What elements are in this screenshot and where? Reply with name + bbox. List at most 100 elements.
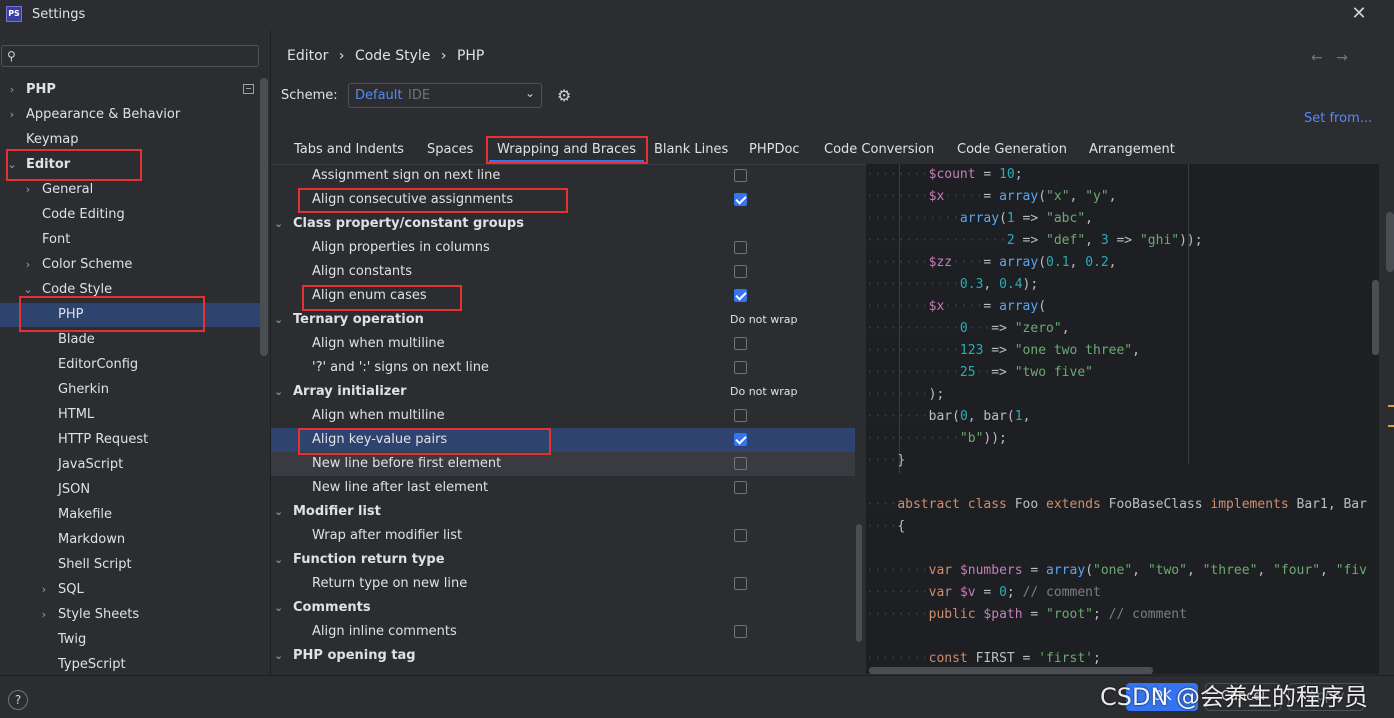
scheme-dropdown[interactable]: Default IDE ⌄	[348, 83, 542, 108]
sidebar-item-editor[interactable]: ⌄ Editor	[0, 152, 258, 177]
close-icon[interactable]: ✕	[1349, 4, 1369, 24]
option-checkbox[interactable]	[734, 337, 747, 350]
option-checkbox[interactable]	[734, 409, 747, 422]
warning-marker[interactable]	[1388, 425, 1394, 427]
option-checkbox[interactable]	[734, 289, 747, 302]
tab-code-conversion[interactable]: Code Conversion	[824, 142, 934, 157]
tab-phpdoc[interactable]: PHPDoc	[749, 142, 800, 157]
sidebar-item-gherkin[interactable]: Gherkin	[0, 377, 258, 402]
sidebar-item-makefile[interactable]: Makefile	[0, 502, 258, 527]
tab-code-generation[interactable]: Code Generation	[957, 142, 1067, 157]
option-group-comments[interactable]: ⌄ Comments	[271, 596, 855, 620]
option-checkbox[interactable]	[734, 529, 747, 542]
sidebar-item-html[interactable]: HTML	[0, 402, 258, 427]
sidebar-item-markdown[interactable]: Markdown	[0, 527, 258, 552]
chevron-down-icon[interactable]: ⌄	[274, 500, 283, 524]
chevron-down-icon[interactable]: ⌄	[274, 380, 283, 404]
option-new-line-after-last-element[interactable]: New line after last element	[271, 476, 855, 500]
tab-arrangement[interactable]: Arrangement	[1089, 142, 1175, 157]
sidebar-item-http-request[interactable]: HTTP Request	[0, 427, 258, 452]
gear-icon[interactable]: ⚙	[557, 86, 571, 105]
sidebar-item-json[interactable]: JSON	[0, 477, 258, 502]
option-checkbox[interactable]	[734, 577, 747, 590]
chevron-down-icon[interactable]: ⌄	[274, 212, 283, 236]
option-assignment-sign-on-next-line[interactable]: Assignment sign on next line	[271, 164, 855, 188]
forward-arrow-icon[interactable]: →	[1336, 50, 1348, 66]
preview-vertical-scrollbar[interactable]	[1372, 280, 1379, 355]
option-checkbox[interactable]	[734, 361, 747, 374]
chevron-down-icon[interactable]: ⌄	[274, 644, 283, 668]
option-align-when-multiline[interactable]: Align when multiline	[271, 332, 855, 356]
sidebar-item-color-scheme[interactable]: › Color Scheme	[0, 252, 258, 277]
chevron-down-icon[interactable]: ⌄	[6, 152, 18, 177]
option-checkbox[interactable]	[734, 169, 747, 182]
breadcrumb-code-style[interactable]: Code Style	[355, 48, 430, 64]
chevron-right-icon[interactable]: ›	[6, 77, 18, 102]
option-group-array-initializer[interactable]: ⌄ Array initializer Do not wrap	[271, 380, 855, 404]
sidebar-item-appearance-behavior[interactable]: › Appearance & Behavior	[0, 102, 258, 127]
option-group-php-opening-tag[interactable]: ⌄ PHP opening tag	[271, 644, 855, 668]
option-align-inline-comments[interactable]: Align inline comments	[271, 620, 855, 644]
option-align-key-value-pairs[interactable]: Align key-value pairs	[271, 428, 855, 452]
sidebar-item-blade[interactable]: Blade	[0, 327, 258, 352]
tab-spaces[interactable]: Spaces	[427, 142, 473, 157]
sidebar-item-typescript[interactable]: TypeScript	[0, 652, 258, 677]
option-checkbox[interactable]	[734, 481, 747, 494]
sidebar-item-shell-script[interactable]: Shell Script	[0, 552, 258, 577]
option-group-function-return-type[interactable]: ⌄ Function return type	[271, 548, 855, 572]
sidebar-item-php[interactable]: PHP	[0, 302, 258, 327]
back-arrow-icon[interactable]: ←	[1311, 50, 1323, 66]
help-icon[interactable]: ?	[8, 690, 28, 710]
option-group-ternary-operation[interactable]: ⌄ Ternary operation Do not wrap	[271, 308, 855, 332]
tab-blank-lines[interactable]: Blank Lines	[654, 142, 728, 157]
option-checkbox[interactable]	[734, 433, 747, 446]
sidebar-item-font[interactable]: Font	[0, 227, 258, 252]
option-align-enum-cases[interactable]: Align enum cases	[271, 284, 855, 308]
chevron-down-icon[interactable]: ⌄	[22, 277, 34, 302]
wrap-mode-value[interactable]: Do not wrap	[730, 308, 797, 332]
option-align-properties-in-columns[interactable]: Align properties in columns	[271, 236, 855, 260]
sidebar-item-sql[interactable]: › SQL	[0, 577, 258, 602]
chevron-right-icon[interactable]: ›	[22, 252, 34, 277]
chevron-down-icon[interactable]: ⌄	[274, 548, 283, 572]
wrap-mode-value[interactable]: Do not wrap	[730, 380, 797, 404]
option-checkbox[interactable]	[734, 457, 747, 470]
chevron-right-icon[interactable]: ›	[38, 577, 50, 602]
sidebar-item-code-style[interactable]: ⌄ Code Style	[0, 277, 258, 302]
option-and-signs-on-next-line[interactable]: '?' and ':' signs on next line	[271, 356, 855, 380]
option-group-modifier-list[interactable]: ⌄ Modifier list	[271, 500, 855, 524]
option-checkbox[interactable]	[734, 193, 747, 206]
chevron-down-icon[interactable]: ⌄	[274, 308, 283, 332]
option-align-constants[interactable]: Align constants	[271, 260, 855, 284]
sidebar-item-general[interactable]: › General	[0, 177, 258, 202]
option-align-when-multiline[interactable]: Align when multiline	[271, 404, 855, 428]
option-group-class-property-constant-groups[interactable]: ⌄ Class property/constant groups	[271, 212, 855, 236]
option-checkbox[interactable]	[734, 625, 747, 638]
sidebar-item-php[interactable]: › PHP	[0, 77, 258, 102]
sidebar-item-style-sheets[interactable]: › Style Sheets	[0, 602, 258, 627]
preview-horizontal-scrollbar[interactable]	[869, 667, 1153, 674]
set-from-link[interactable]: Set from...	[1304, 111, 1372, 126]
breadcrumb-editor[interactable]: Editor	[287, 48, 328, 64]
sidebar-item-javascript[interactable]: JavaScript	[0, 452, 258, 477]
error-stripe-thumb[interactable]	[1386, 212, 1394, 272]
option-return-type-on-new-line[interactable]: Return type on new line	[271, 572, 855, 596]
option-checkbox[interactable]	[734, 241, 747, 254]
sidebar-item-editorconfig[interactable]: EditorConfig	[0, 352, 258, 377]
option-new-line-before-first-element[interactable]: New line before first element	[271, 452, 855, 476]
chevron-right-icon[interactable]: ›	[6, 102, 18, 127]
sidebar-item-twig[interactable]: Twig	[0, 627, 258, 652]
tab-wrapping-and-braces[interactable]: Wrapping and Braces	[497, 142, 636, 157]
options-scrollbar[interactable]	[856, 524, 862, 642]
chevron-right-icon[interactable]: ›	[22, 177, 34, 202]
chevron-down-icon[interactable]: ⌄	[274, 596, 283, 620]
option-wrap-after-modifier-list[interactable]: Wrap after modifier list	[271, 524, 855, 548]
sidebar-item-keymap[interactable]: Keymap	[0, 127, 258, 152]
sidebar-item-code-editing[interactable]: Code Editing	[0, 202, 258, 227]
warning-marker[interactable]	[1388, 405, 1394, 407]
option-checkbox[interactable]	[734, 265, 747, 278]
chevron-right-icon[interactable]: ›	[38, 602, 50, 627]
sidebar-scrollbar[interactable]	[260, 78, 268, 356]
option-align-consecutive-assignments[interactable]: Align consecutive assignments	[271, 188, 855, 212]
tab-tabs-and-indents[interactable]: Tabs and Indents	[294, 142, 404, 157]
